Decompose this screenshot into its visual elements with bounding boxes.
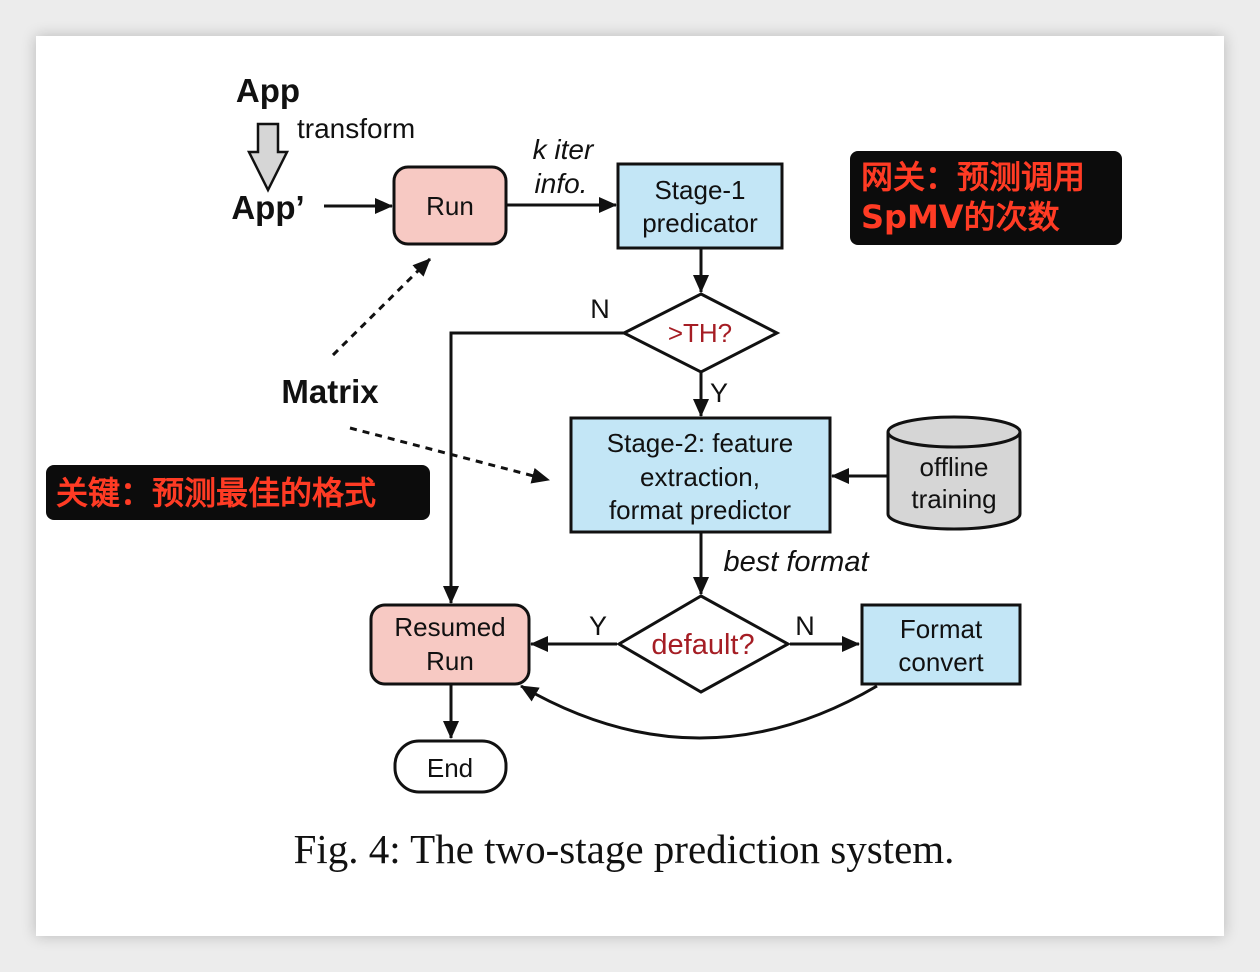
dotted-arrow-matrix-to-run: [331, 257, 432, 357]
decision2-no-label: N: [795, 611, 815, 641]
stage2-line3: format predictor: [609, 495, 791, 525]
end-label: End: [427, 753, 473, 783]
run-label: Run: [426, 191, 474, 221]
transform-label: transform: [297, 113, 415, 144]
gateway-annotation-line1: 网关：预测调用: [861, 158, 1085, 196]
resumed-line1: Resumed: [394, 612, 505, 642]
decision2-yes-label: Y: [589, 611, 607, 641]
info-label: info.: [535, 168, 588, 199]
offline-line2: training: [911, 484, 996, 514]
decision1-yes-label: Y: [710, 378, 728, 408]
app-label: App: [236, 72, 300, 109]
decision1-no-label: N: [590, 294, 610, 324]
best-format-label: best format: [723, 546, 870, 578]
stage2-line2: extraction,: [640, 462, 760, 492]
stage1-line2: predicator: [642, 208, 758, 238]
format-line1: Format: [900, 614, 983, 644]
matrix-label: Matrix: [281, 373, 379, 410]
default-decision-label: default?: [651, 629, 754, 661]
stage1-line1: Stage-1: [654, 175, 745, 205]
figure-caption: Fig. 4: The two-stage prediction system.: [294, 826, 955, 872]
app-prime-label: App’: [231, 189, 304, 226]
transform-arrow-icon: [246, 122, 290, 193]
key-annotation-label: 关键：预测最佳的格式: [56, 474, 376, 512]
k-iter-label: k iter: [533, 134, 595, 165]
gateway-annotation-line2: SpMV的次数: [861, 198, 1061, 236]
flowchart: App transform App’ Run k iter info. Stag…: [46, 72, 1122, 872]
format-line2: convert: [898, 647, 984, 677]
resumed-line2: Run: [426, 646, 474, 676]
stage2-line1: Stage-2: feature: [607, 428, 793, 458]
arrow-convert-to-resumed: [520, 684, 878, 740]
offline-line1: offline: [920, 452, 989, 482]
threshold-decision-label: >TH?: [668, 318, 732, 348]
